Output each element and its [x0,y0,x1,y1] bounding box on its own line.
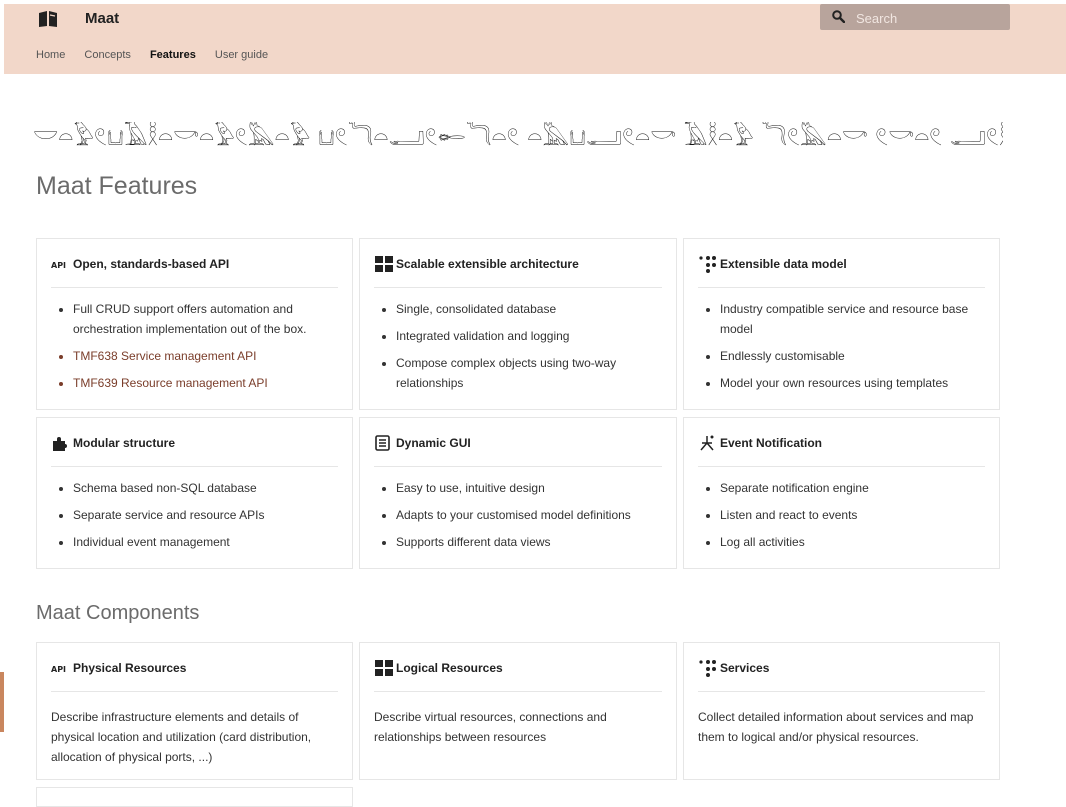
list-item: Single, consolidated database [396,299,666,319]
feature-card: Modular structure Schema based non-SQL d… [36,417,353,569]
top-nav: Home Concepts Features User guide [36,49,284,61]
nav-item-concepts[interactable]: Concepts [84,49,130,61]
nav-item-home[interactable]: Home [36,49,65,61]
puzzle-icon [53,437,67,451]
list-item: Full CRUD support offers automation and … [73,299,342,339]
card-title: Modular structure [73,436,176,450]
feature-list: Full CRUD support offers automation and … [51,299,342,400]
architecture-icon [375,660,393,676]
left-edge-decoration [0,672,4,732]
component-card: Logical Resources Describe virtual resou… [359,642,677,780]
search-icon [832,10,845,23]
notification-icon [700,435,714,451]
list-item: Industry compatible service and resource… [720,299,989,339]
card-header: Extensible data model [698,255,985,288]
feature-list: Schema based non-SQL database Separate s… [51,478,342,559]
card-header: Modular structure [51,434,338,467]
data-model-icon [699,660,716,677]
card-title: Logical Resources [396,661,503,675]
component-card: Services Collect detailed information ab… [683,642,1000,780]
link-tmf638[interactable]: TMF638 Service management API [73,346,342,366]
feature-list: Industry compatible service and resource… [698,299,989,400]
data-model-icon [699,256,716,273]
card-description: Describe infrastructure elements and det… [51,710,312,764]
card-title: Scalable extensible architecture [396,257,579,271]
list-item: Log all activities [720,532,989,552]
list-item: Adapts to your customised model definiti… [396,505,666,525]
app-title[interactable]: Maat [85,10,119,27]
list-item: Separate notification engine [720,478,989,498]
svg-text:API: API [51,665,66,674]
list-item: Easy to use, intuitive design [396,478,666,498]
card-title: Event Notification [720,436,823,450]
feature-card: Event Notification Separate notification… [683,417,1000,569]
top-header: Maat Home Concepts Features User guide [4,4,1066,74]
list-item: Integrated validation and logging [396,326,666,346]
card-header: Dynamic GUI [374,434,662,467]
feature-card: Dynamic GUI Easy to use, intuitive desig… [359,417,677,569]
feature-card: API Open, standards-based API Full CRUD … [36,238,353,410]
search-input[interactable] [854,7,1003,29]
card-title: Extensible data model [720,257,847,271]
features-heading: Maat Features [36,172,198,200]
component-card: API Physical Resources Describe infrastr… [36,642,353,780]
card-title: Physical Resources [73,661,187,675]
hieroglyph-banner: 𓎟𓏏𓅱𓏲𓂓𓄿𓎛𓏏𓎡𓏏𓅱𓏲𓅓𓏏𓅱 𓂓𓏲𓆓𓏏𓂝𓏲𓄡𓆓𓏏𓏲 𓏏𓅓𓂓𓂝𓏲𓏏𓎡 𓄿𓎛𓏏𓅱 … [33,123,1003,151]
nav-item-user-guide[interactable]: User guide [215,49,268,61]
api-icon: API [51,261,66,270]
api-icon: API [51,665,66,674]
gui-icon [375,435,390,451]
list-item: Individual event management [73,532,342,552]
card-header: Event Notification [698,434,985,467]
link-tmf639[interactable]: TMF639 Resource management API [73,373,342,393]
feature-list: Easy to use, intuitive design Adapts to … [374,478,666,559]
card-title: Dynamic GUI [396,436,471,450]
list-item: Schema based non-SQL database [73,478,342,498]
card-description: Describe virtual resources, connections … [374,710,607,744]
feature-list: Single, consolidated database Integrated… [374,299,666,400]
feature-card: Scalable extensible architecture Single,… [359,238,677,410]
feature-card: Extensible data model Industry compatibl… [683,238,1000,410]
card-header: API Open, standards-based API [51,255,338,288]
feature-list: Separate notification engine Listen and … [698,478,989,559]
card-title: Services [720,661,770,675]
list-item: Compose complex objects using two-way re… [396,353,666,393]
list-item: Listen and react to events [720,505,989,525]
list-item: Supports different data views [396,532,666,552]
components-heading: Maat Components [36,602,200,624]
architecture-icon [375,256,393,272]
nav-item-features[interactable]: Features [150,49,196,61]
list-item: Endlessly customisable [720,346,989,366]
svg-text:API: API [51,261,66,270]
card-description: Collect detailed information about servi… [698,710,974,744]
search-box[interactable] [820,4,1010,30]
list-item: Model your own resources using templates [720,373,989,393]
book-logo-icon[interactable] [38,10,58,28]
card-header: Services [698,659,985,692]
list-item: Separate service and resource APIs [73,505,342,525]
card-header: Logical Resources [374,659,662,692]
card-header: Scalable extensible architecture [374,255,662,288]
component-card-partial [36,787,353,807]
card-title: Open, standards-based API [73,257,230,271]
card-header: API Physical Resources [51,659,338,692]
